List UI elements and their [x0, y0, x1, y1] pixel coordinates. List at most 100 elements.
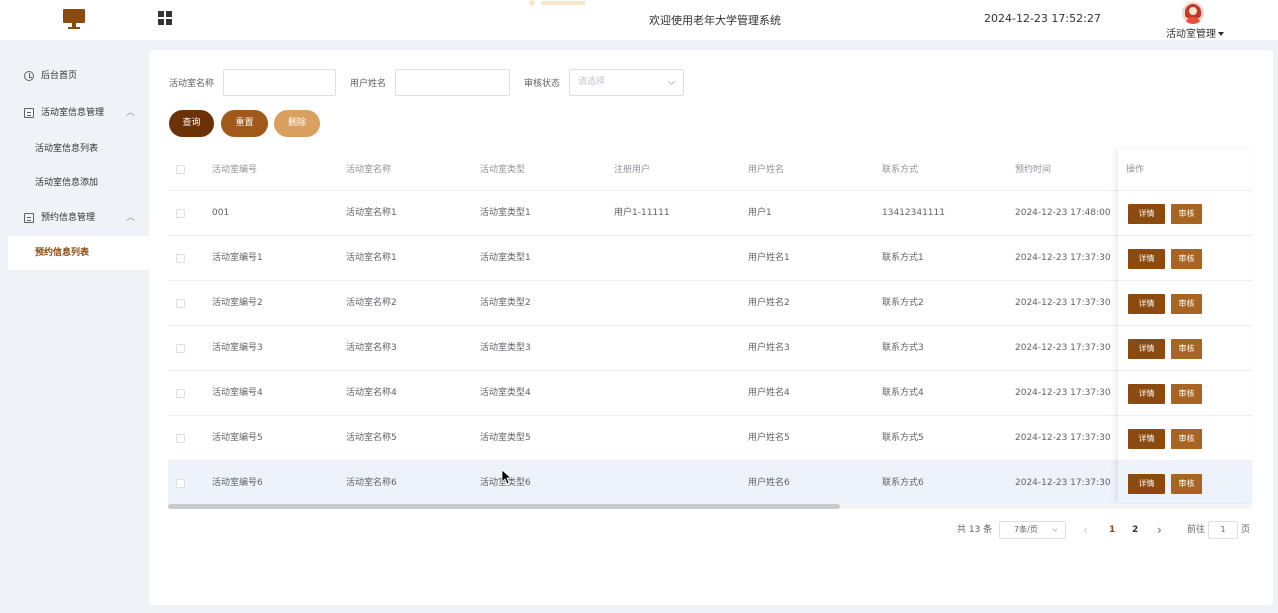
delete-button[interactable]: 删除 — [274, 110, 320, 137]
user-name-cell: 用户姓名1 — [748, 253, 790, 263]
booking-time-cell: 2024-12-23 17:37:30 — [1015, 388, 1111, 398]
sidebar: 后台首页 活动室信息管理 ︿ 活动室信息列表 活动室信息添加 预约信息管理 ︿ … — [0, 40, 149, 613]
room-name-cell: 活动室名称1 — [346, 208, 397, 218]
status-placeholder: 请选择 — [578, 77, 606, 87]
table-row[interactable]: 活动室编号2 活动室名称2 活动室类型2 用户姓名2 联系方式2 2024-12-23 1… — [168, 281, 1252, 326]
contact-cell: 联系方式3 — [882, 343, 924, 353]
room-code-cell: 001 — [212, 208, 230, 218]
contact-cell: 13412341111 — [882, 208, 945, 218]
sidebar-item-home[interactable]: 后台首页 — [0, 59, 149, 93]
row-checkbox[interactable] — [176, 389, 185, 398]
reg-user-cell: 用户1-11111 — [614, 208, 670, 218]
select-all-checkbox[interactable] — [176, 165, 185, 174]
clock-icon — [24, 71, 34, 81]
sidebar-item-label: 后台首页 — [41, 71, 78, 81]
faded-notice-icon — [527, 0, 589, 6]
contact-cell: 联系方式4 — [882, 388, 924, 398]
table-row[interactable]: 活动室编号6 活动室名称6 活动室类型6 用户姓名6 联系方式6 2024-12-23 1… — [168, 461, 1252, 506]
table-row[interactable]: 活动室编号5 活动室名称5 活动室类型5 用户姓名5 联系方式5 2024-12-23 1… — [168, 416, 1252, 461]
next-page-icon[interactable]: › — [1157, 521, 1162, 539]
contact-cell: 联系方式6 — [882, 478, 924, 488]
row-checkbox[interactable] — [176, 434, 185, 443]
user-name-cell: 用户姓名4 — [748, 388, 790, 398]
contact-cell: 联系方式5 — [882, 433, 924, 443]
query-button[interactable]: 查询 — [169, 110, 214, 137]
sidebar-item-booking-list[interactable]: 预约信息列表 — [8, 236, 149, 270]
room-name-cell: 活动室名称6 — [346, 478, 397, 488]
page-size-select[interactable]: 7条/页 — [999, 521, 1066, 539]
page-1-button[interactable]: 1 — [1109, 521, 1115, 539]
status-select[interactable]: 请选择 — [569, 69, 684, 96]
room-code-cell: 活动室编号5 — [212, 433, 263, 443]
actions-fixed-column — [1118, 149, 1252, 503]
page-size-value: 7条/页 — [1014, 525, 1038, 534]
sidebar-group-label: 活动室信息管理 — [41, 108, 105, 118]
room-code-cell: 活动室编号1 — [212, 253, 263, 263]
col-contact: 联系方式 — [882, 165, 919, 175]
scrollbar-thumb[interactable] — [168, 504, 840, 509]
user-name-cell: 用户姓名2 — [748, 298, 790, 308]
booking-time-cell: 2024-12-23 17:37:30 — [1015, 478, 1111, 488]
status-label: 审核状态 — [524, 79, 561, 89]
row-checkbox[interactable] — [176, 254, 185, 263]
reset-button[interactable]: 重置 — [221, 110, 268, 137]
room-name-cell: 活动室名称1 — [346, 253, 397, 263]
room-code-cell: 活动室编号2 — [212, 298, 263, 308]
col-user-name: 用户姓名 — [748, 165, 785, 175]
booking-time-cell: 2024-12-23 17:37:30 — [1015, 253, 1111, 263]
table-row[interactable]: 001 活动室名称1 活动室类型1 用户1-11111 用户1 13412341111 20… — [168, 191, 1252, 236]
booking-time-cell: 2024-12-23 17:37:30 — [1015, 343, 1111, 353]
row-checkbox[interactable] — [176, 299, 185, 308]
row-checkbox[interactable] — [176, 344, 185, 353]
chevron-up-icon: ︿ — [126, 213, 136, 223]
horizontal-scrollbar[interactable] — [168, 504, 1252, 509]
document-icon — [24, 213, 34, 223]
room-code-cell: 活动室编号4 — [212, 388, 263, 398]
sidebar-group-booking[interactable]: 预约信息管理 ︿ — [0, 201, 149, 235]
avatar[interactable] — [1182, 2, 1204, 24]
table-row[interactable]: 活动室编号3 活动室名称3 活动室类型3 用户姓名3 联系方式3 2024-12-23 1… — [168, 326, 1252, 371]
sidebar-group-room-info[interactable]: 活动室信息管理 ︿ — [0, 96, 149, 130]
prev-page-icon[interactable]: ‹ — [1083, 521, 1088, 539]
monitor-logo-icon — [63, 9, 85, 29]
user-name-input[interactable] — [395, 69, 510, 96]
room-name-cell: 活动室名称4 — [346, 388, 397, 398]
sidebar-group-label: 预约信息管理 — [41, 213, 96, 223]
room-name-cell: 活动室名称5 — [346, 433, 397, 443]
room-type-cell: 活动室类型3 — [480, 343, 531, 353]
room-type-cell: 活动室类型5 — [480, 433, 531, 443]
user-menu-dropdown[interactable]: 活动室管理 — [1166, 25, 1224, 40]
current-datetime: 2024-12-23 17:52:27 — [984, 12, 1101, 25]
room-name-cell: 活动室名称3 — [346, 343, 397, 353]
chevron-down-icon — [667, 77, 676, 86]
col-room-code: 活动室编号 — [212, 165, 258, 175]
user-name-cell: 用户1 — [748, 208, 772, 218]
user-name-cell: 用户姓名3 — [748, 343, 790, 353]
booking-time-cell: 2024-12-23 17:37:30 — [1015, 298, 1111, 308]
chevron-up-icon: ︿ — [126, 108, 136, 118]
table-row[interactable]: 活动室编号4 活动室名称4 活动室类型4 用户姓名4 联系方式4 2024-12-23 1… — [168, 371, 1252, 416]
caret-down-icon — [1218, 32, 1224, 36]
col-booking-time: 预约时间 — [1015, 165, 1052, 175]
sidebar-item-room-add[interactable]: 活动室信息添加 — [0, 166, 149, 200]
page-2-button[interactable]: 2 — [1132, 521, 1138, 539]
booking-time-cell: 2024-12-23 17:48:00 — [1015, 208, 1111, 218]
room-type-cell: 活动室类型4 — [480, 388, 531, 398]
room-type-cell: 活动室类型1 — [480, 208, 531, 218]
total-count: 共 13 条 — [957, 525, 993, 535]
room-name-label: 活动室名称 — [169, 79, 215, 89]
goto-page-input[interactable]: 1 — [1208, 521, 1238, 539]
col-reg-user: 注册用户 — [614, 165, 651, 175]
room-type-cell: 活动室类型2 — [480, 298, 531, 308]
chevron-down-icon — [1052, 526, 1058, 532]
grid-menu-icon[interactable] — [158, 11, 172, 25]
main-panel: 活动室名称 用户姓名 审核状态 请选择 查询 重置 删除 活动室编号 活动室名称… — [149, 50, 1273, 605]
user-name-cell: 用户姓名6 — [748, 478, 790, 488]
contact-cell: 联系方式2 — [882, 298, 924, 308]
table-row[interactable]: 活动室编号1 活动室名称1 活动室类型1 用户姓名1 联系方式1 2024-12-23 1… — [168, 236, 1252, 281]
row-checkbox[interactable] — [176, 479, 185, 488]
room-name-input[interactable] — [223, 69, 336, 96]
sidebar-item-room-list[interactable]: 活动室信息列表 — [0, 132, 149, 166]
booking-time-cell: 2024-12-23 17:37:30 — [1015, 433, 1111, 443]
row-checkbox[interactable] — [176, 209, 185, 218]
